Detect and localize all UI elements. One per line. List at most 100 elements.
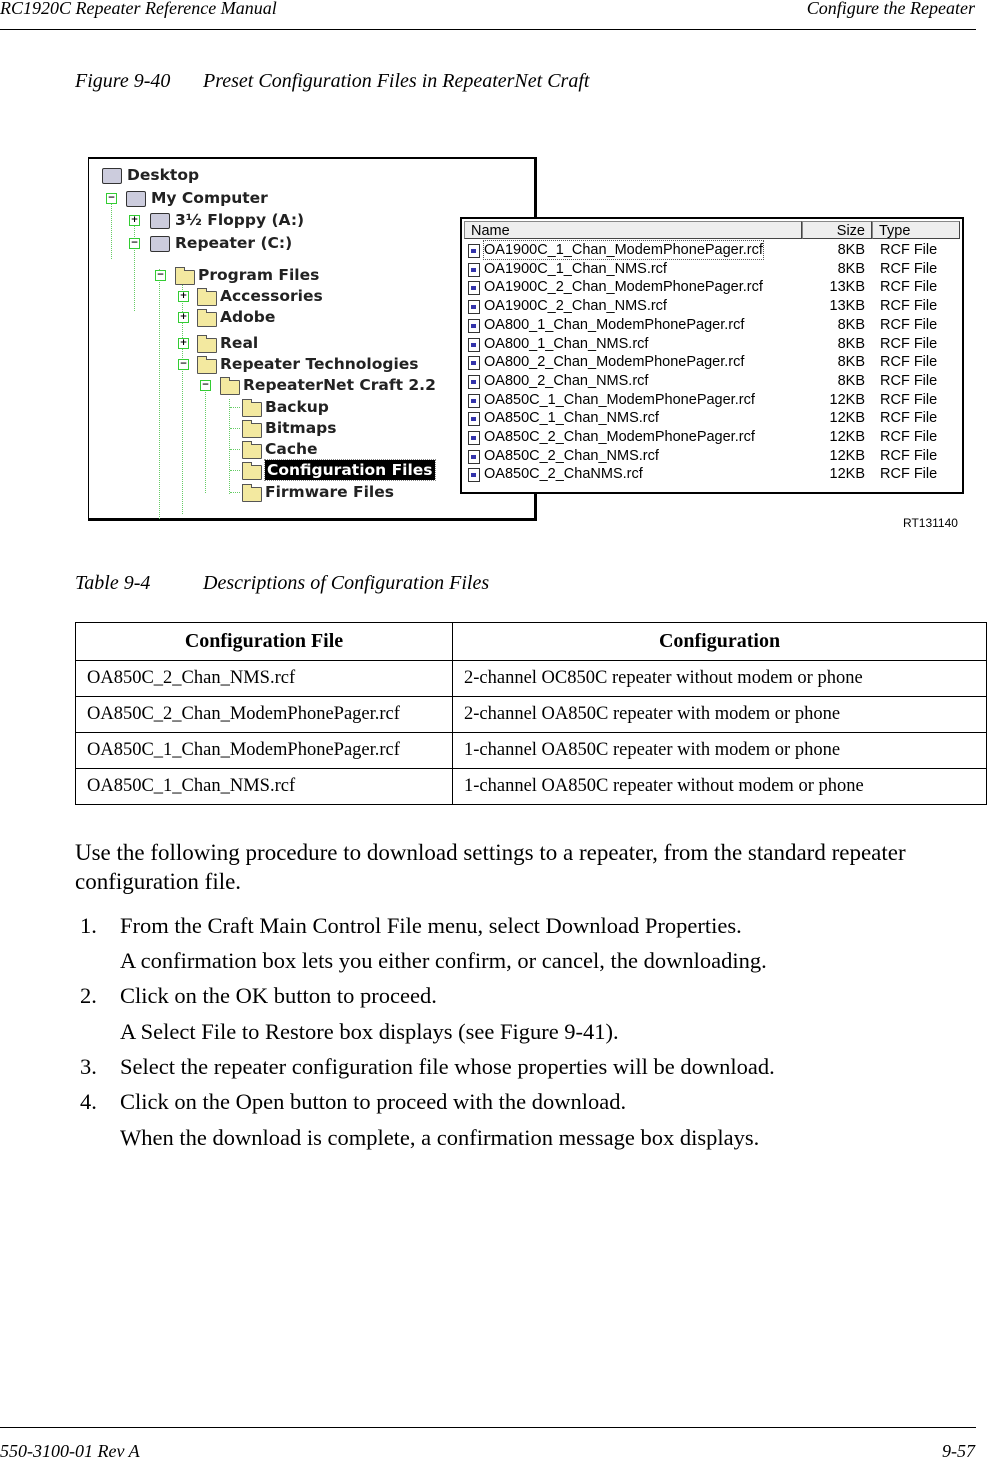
file-row[interactable]: OA1900C_1_Chan_NMS.rcf 8KB RCF File [462, 260, 962, 278]
expander-minus-icon[interactable]: − [129, 238, 140, 249]
rcf-file-icon [468, 431, 480, 445]
column-header-type[interactable]: Type [872, 221, 960, 239]
file-row[interactable]: OA850C_2_Chan_ModemPhonePager.rcf 12KB RCF… [462, 428, 962, 446]
table-row: OA850C_2_Chan_ModemPhonePager.rcf 2-chann… [75, 696, 987, 733]
file-row[interactable]: OA1900C_2_Chan_ModemPhonePager.rcf 13KB RC… [462, 278, 962, 296]
rcf-file-icon [468, 374, 480, 389]
file-size: 12KB [829, 447, 865, 464]
rcf-file-icon [468, 318, 480, 333]
expander-minus-icon[interactable]: − [200, 380, 211, 391]
file-row[interactable]: OA850C_2_Chan_NMS.rcf 12KB RCF File [462, 447, 962, 465]
file-size: 12KB [829, 429, 865, 445]
file-size: 12KB [829, 466, 865, 483]
step-text: A confirmation box lets you either confi… [120, 948, 767, 973]
tree-item-label[interactable]: Desktop [127, 165, 199, 185]
rcf-file-icon [468, 412, 480, 427]
rcf-file-icon [468, 356, 480, 371]
tree-item-label[interactable]: Cache [265, 439, 318, 459]
figure-code: RT131140 [903, 516, 958, 530]
file-type: RCF File [880, 279, 938, 296]
tree-item-label[interactable]: Program Files [198, 265, 319, 285]
tree-item-label[interactable]: Backup [265, 397, 329, 417]
cell-config-file: OA850C_1_Chan_ModemPhonePager.rcf [75, 732, 453, 769]
cell-config-file: OA850C_2_Chan_NMS.rcf [75, 660, 453, 697]
rcf-file-icon [468, 337, 480, 352]
folder-icon [242, 484, 262, 502]
file-type: RCF File [880, 335, 938, 352]
tree-item-label[interactable]: Bitmaps [265, 418, 336, 438]
cell-configuration: 1-channel OA850C repeater with modem or … [452, 732, 987, 769]
file-row[interactable]: OA850C_2_ChaNMS.rcf 12KB RCF File [462, 465, 962, 483]
tree-connector-line [230, 492, 240, 493]
footer-left: 550-3100-01 Rev A [0, 1441, 140, 1461]
file-type: RCF File [880, 372, 938, 389]
tree-connector-line [159, 269, 160, 519]
computer-icon [126, 191, 146, 207]
file-row[interactable]: OA850C_1_Chan_ModemPhonePager.rcf 12KB RCF… [462, 391, 962, 409]
column-header-name[interactable]: Name [464, 221, 802, 239]
tree-item-label[interactable]: RepeaterNet Craft 2.2 [243, 375, 436, 395]
table-label: Table 9-4 [75, 572, 151, 594]
file-type: RCF File [880, 410, 938, 427]
tree-item-label[interactable]: 3½ Floppy (A:) [175, 210, 304, 230]
file-name: OA800_1_Chan_NMS.rcf [484, 335, 649, 352]
open-folder-icon [242, 462, 262, 480]
file-size: 8KB [837, 372, 865, 389]
floppy-drive-icon [150, 213, 170, 229]
tree-item-label[interactable]: Configuration Files [264, 459, 436, 481]
table-caption: Table 9-4 Descriptions of Configuration F… [75, 572, 489, 595]
tree-connector-line [134, 221, 135, 311]
file-name: OA850C_1_Chan_NMS.rcf [484, 410, 659, 427]
file-name: OA1900C_2_Chan_ModemPhonePager.rcf [484, 279, 763, 296]
expander-minus-icon[interactable]: − [178, 359, 189, 370]
tree-item-label[interactable]: Repeater Technologies [220, 354, 419, 374]
file-size: 8KB [837, 335, 865, 352]
tree-item-label[interactable]: Adobe [220, 307, 275, 327]
expander-plus-icon[interactable]: + [178, 291, 189, 302]
column-header-size[interactable]: Size [802, 221, 872, 239]
file-type: RCF File [880, 429, 938, 445]
config-files-table: Configuration File Configuration OA850C_… [75, 622, 987, 805]
folder-icon [197, 288, 217, 306]
footer-right: 9-57 [942, 1441, 975, 1461]
expander-minus-icon[interactable]: − [106, 193, 117, 204]
step-text: A Select File to Restore box displays (s… [120, 1019, 619, 1044]
file-row[interactable]: OA1900C_2_Chan_NMS.rcf 13KB RCF File [462, 297, 962, 315]
file-name: OA1900C_2_Chan_NMS.rcf [484, 298, 667, 315]
file-size: 8KB [837, 354, 865, 371]
intro-paragraph: Use the following procedure to download … [75, 840, 906, 894]
file-row[interactable]: OA850C_1_Chan_NMS.rcf 12KB RCF File [462, 409, 962, 427]
file-row[interactable]: OA800_1_Chan_NMS.rcf 8KB RCF File [462, 335, 962, 353]
file-name: OA850C_2_ChaNMS.rcf [484, 466, 643, 483]
file-row[interactable]: OA1900C_1_Chan_ModemPhonePager.rcf 8KB RCF… [462, 240, 962, 260]
tree-item-label[interactable]: Firmware Files [265, 482, 394, 502]
rcf-file-icon [468, 262, 480, 277]
tree-item-label[interactable]: Real [220, 333, 258, 353]
step-text: When the download is complete, a confirm… [120, 1125, 760, 1150]
tree-item-label[interactable]: Repeater (C:) [175, 233, 292, 253]
folder-icon [197, 309, 217, 327]
file-size: 12KB [829, 391, 865, 408]
tree-item-label[interactable]: My Computer [151, 188, 268, 208]
folder-icon [242, 441, 262, 459]
tree-connector-line [205, 383, 206, 493]
file-row[interactable]: OA800_2_Chan_ModemPhonePager.rcf 8KB RCF F… [462, 353, 962, 371]
file-row[interactable]: OA800_2_Chan_NMS.rcf 8KB RCF File [462, 372, 962, 390]
figure-title: Preset Configuration Files in RepeaterNe… [203, 70, 590, 92]
file-row[interactable]: OA800_1_Chan_ModemPhonePager.rcf 8KB RCF F… [462, 316, 962, 334]
expander-plus-icon[interactable]: + [129, 215, 140, 226]
file-size: 12KB [829, 410, 865, 427]
expander-plus-icon[interactable]: + [178, 338, 189, 349]
file-name: OA800_2_Chan_NMS.rcf [484, 372, 649, 389]
tree-connector-line [230, 407, 240, 408]
expander-minus-icon[interactable]: − [155, 270, 166, 281]
rcf-file-icon [468, 244, 480, 258]
rcf-file-icon [468, 393, 480, 408]
tree-item-label[interactable]: Accessories [220, 286, 323, 306]
file-type: RCF File [880, 242, 938, 258]
tree-connector-line [230, 470, 240, 471]
file-list-panel: Name Size Type OA1900C_1_Chan_ModemPhone… [460, 217, 964, 494]
file-type: RCF File [880, 354, 938, 371]
expander-plus-icon[interactable]: + [178, 312, 189, 323]
running-header-left: RC1920C Repeater Reference Manual [0, 0, 277, 18]
